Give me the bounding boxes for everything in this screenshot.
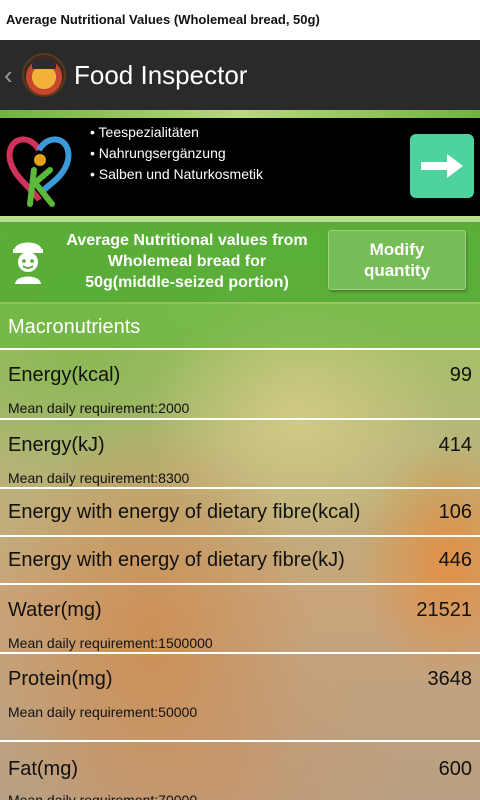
list-item[interactable]: Fat(mg) 600 Mean daily requirement:70000 bbox=[0, 742, 480, 800]
daily-requirement: Mean daily requirement:70000 bbox=[8, 792, 198, 800]
accent-divider bbox=[0, 110, 480, 118]
daily-requirement: Mean daily requirement:2000 bbox=[8, 400, 190, 416]
list-item[interactable]: Energy(kJ) 414 Mean daily requirement:83… bbox=[0, 420, 480, 489]
ad-list-item: • Teespezialitäten bbox=[90, 124, 199, 140]
nutrient-value: 600 bbox=[438, 758, 472, 780]
nutrient-value: 3648 bbox=[427, 668, 473, 690]
list-item[interactable]: Energy with energy of dietary fibre(kcal… bbox=[0, 489, 480, 537]
nutrient-value: 21521 bbox=[416, 599, 472, 621]
list-item[interactable]: Protein(mg) 3648 Mean daily requirement:… bbox=[0, 654, 480, 742]
ad-logo-icon bbox=[6, 136, 72, 207]
nutrient-value: 446 bbox=[438, 549, 472, 571]
nutrient-label: Fat(mg) bbox=[8, 758, 78, 780]
modify-quantity-button[interactable]: Modify quantity bbox=[328, 230, 466, 290]
inspector-icon bbox=[13, 242, 43, 284]
action-bar: ‹ Food Inspector bbox=[0, 40, 480, 110]
list-item[interactable]: Energy with energy of dietary fibre(kJ) … bbox=[0, 537, 480, 585]
list-item[interactable]: Water(mg) 21521 Mean daily requirement:1… bbox=[0, 585, 480, 654]
nutrient-label: Energy with energy of dietary fibre(kcal… bbox=[8, 501, 361, 523]
ad-list-item: • Nahrungsergänzung bbox=[90, 145, 226, 161]
nutrient-list: Energy(kcal) 99 Mean daily requirement:2… bbox=[0, 350, 480, 800]
info-line: Wholemeal bread for bbox=[107, 253, 267, 270]
nutrient-label: Protein(mg) bbox=[8, 668, 113, 690]
nutrient-label: Energy with energy of dietary fibre(kJ) bbox=[8, 549, 345, 571]
nutrient-label: Energy(kcal) bbox=[8, 364, 121, 386]
ad-banner[interactable]: • Teespezialitäten • Nahrungsergänzung •… bbox=[0, 118, 480, 216]
info-panel: Average Nutritional values from Wholemea… bbox=[0, 222, 480, 302]
app-logo-icon[interactable] bbox=[22, 53, 66, 97]
daily-requirement: Mean daily requirement:1500000 bbox=[8, 635, 213, 651]
list-item[interactable]: Energy(kcal) 99 Mean daily requirement:2… bbox=[0, 350, 480, 420]
nutrient-label: Water(mg) bbox=[8, 599, 102, 621]
daily-requirement: Mean daily requirement:8300 bbox=[8, 470, 190, 486]
daily-requirement: Mean daily requirement:50000 bbox=[8, 704, 198, 720]
info-line: Average Nutritional values from bbox=[66, 232, 308, 249]
app-title: Food Inspector bbox=[74, 59, 248, 90]
info-line: 50g(middle-seized portion) bbox=[85, 274, 289, 291]
nutrient-value: 99 bbox=[449, 364, 472, 386]
arrow-right-icon bbox=[421, 154, 463, 178]
info-description: Average Nutritional values from Wholemea… bbox=[56, 230, 318, 293]
chevron-left-icon[interactable]: ‹ bbox=[4, 60, 20, 91]
ad-list-item: • Salben und Naturkosmetik bbox=[90, 166, 263, 182]
section-header-macronutrients: Macronutrients bbox=[0, 304, 480, 350]
nutrient-value: 106 bbox=[438, 501, 472, 523]
ad-list: • Teespezialitäten • Nahrungsergänzung •… bbox=[90, 122, 263, 185]
status-title: Average Nutritional Values (Wholemeal br… bbox=[0, 0, 480, 40]
ad-arrow-button[interactable] bbox=[410, 134, 474, 198]
nutrient-value: 414 bbox=[438, 434, 472, 456]
nutrient-label: Energy(kJ) bbox=[8, 434, 105, 456]
